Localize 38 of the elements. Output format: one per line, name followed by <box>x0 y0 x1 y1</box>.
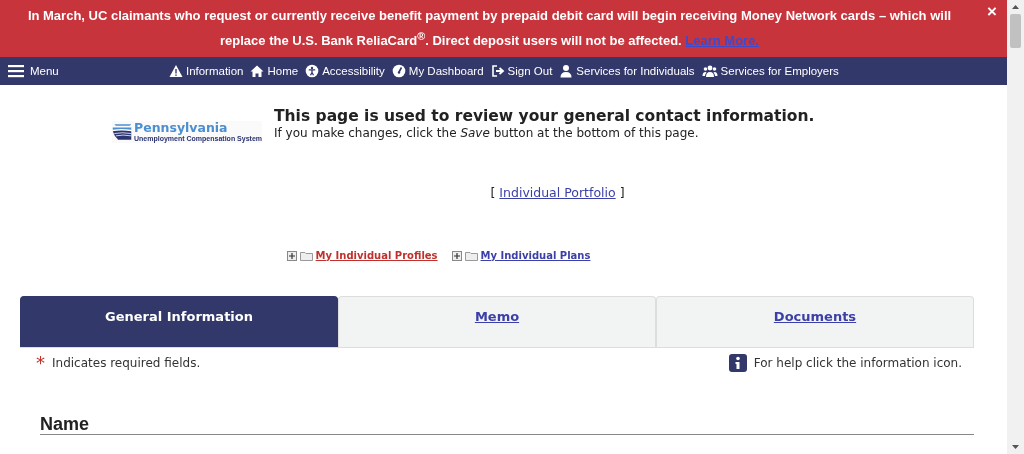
nav-link[interactable]: Services for Individuals <box>559 64 695 79</box>
nav-link[interactable]: Accessibility <box>305 64 385 79</box>
help-note: For help click the information icon. <box>753 356 962 371</box>
required-mark: * <box>36 356 45 371</box>
home-icon <box>250 64 265 79</box>
tab[interactable]: Documents <box>656 296 974 348</box>
menu-button[interactable]: Menu <box>8 64 59 79</box>
portfolio-link[interactable]: Individual Portfolio <box>499 185 616 201</box>
folder-icon <box>299 250 313 261</box>
page-instructions: If you make changes, click the Save button at the bottom of this page. <box>274 126 700 141</box>
tree-link[interactable]: My Individual Profiles <box>315 250 438 262</box>
nav-link[interactable]: Sign Out <box>490 64 553 79</box>
person-icon <box>559 64 574 79</box>
page-title: This page is used to review your general contact information. <box>274 107 815 126</box>
menu-icon <box>8 64 24 79</box>
tab[interactable]: Memo <box>338 296 656 348</box>
close-button[interactable]: × <box>987 2 997 22</box>
gauge-icon <box>391 64 406 79</box>
section-heading: Name <box>40 414 974 436</box>
nav-link[interactable]: Home <box>250 64 299 79</box>
bracket: ] <box>619 185 625 201</box>
nav-link[interactable]: Services for Employers <box>701 64 839 79</box>
sign-out-icon <box>490 64 505 79</box>
logo-title: Pennsylvania <box>134 121 228 136</box>
tree-link[interactable]: My Individual Plans <box>480 250 591 262</box>
nav-link[interactable]: Information <box>168 64 244 79</box>
people-icon <box>701 64 718 79</box>
nav-link[interactable]: My Dashboard <box>391 64 484 79</box>
required-note: Indicates required fields. <box>52 356 201 371</box>
warning-icon <box>168 64 183 79</box>
alert-message: In March, UC claimants who request or currently receive benefit payment by prepaid debit card will begin receiving Money Network cards – which will replace the U.S. Bank ReliaCard$^{®}$. Direct deposit users will not be affected. Learn More. <box>26 7 953 51</box>
expand-icon[interactable] <box>451 250 462 261</box>
info-icon[interactable] <box>728 354 747 373</box>
expand-icon[interactable] <box>286 250 297 261</box>
bracket: [ <box>490 185 496 201</box>
tab[interactable]: General Information <box>20 296 338 348</box>
accessibility-icon <box>305 64 320 79</box>
folder-icon <box>464 250 478 261</box>
